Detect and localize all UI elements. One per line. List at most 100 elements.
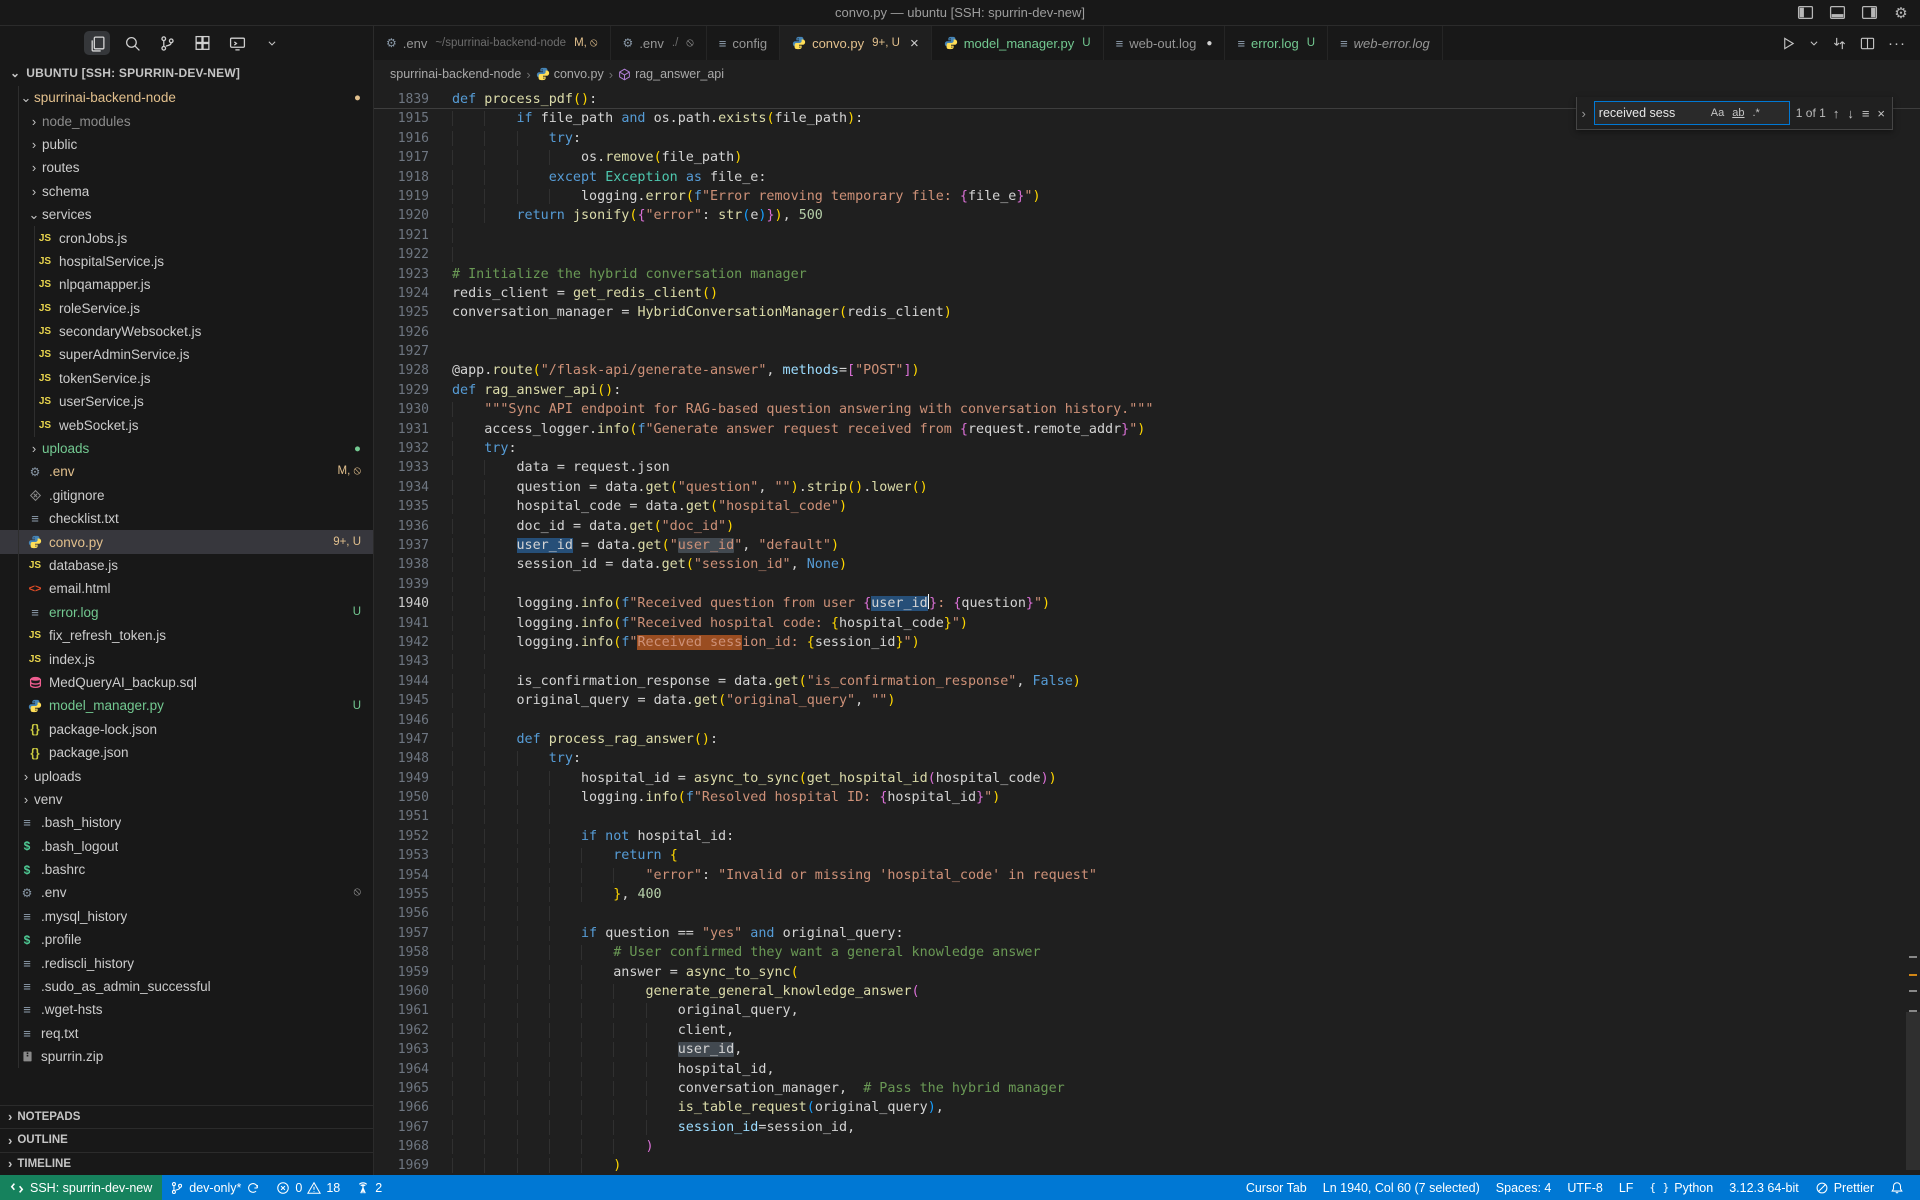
- code-line-1921[interactable]: 1921: [374, 226, 1920, 245]
- tree-item-userService.js[interactable]: JSuserService.js: [0, 390, 373, 413]
- code-line-1930[interactable]: 1930 """Sync API endpoint for RAG-based …: [374, 400, 1920, 419]
- code-line-1964[interactable]: 1964 hospital_id,: [374, 1060, 1920, 1079]
- breadcrumb-item[interactable]: rag_answer_api: [618, 67, 724, 81]
- tab-config[interactable]: ≡config: [707, 26, 780, 60]
- code-line-1939[interactable]: 1939: [374, 575, 1920, 594]
- more-actions-icon[interactable]: ···: [1888, 35, 1906, 52]
- tree-item-.sudo_as_admin_successful[interactable]: ≡.sudo_as_admin_successful: [0, 975, 373, 998]
- code-line-1942[interactable]: 1942 logging.info(f"Received session_id:…: [374, 633, 1920, 652]
- tree-item-venv[interactable]: ›venv: [0, 788, 373, 811]
- tree-item-convo.py[interactable]: convo.py9+, U: [0, 530, 373, 553]
- tree-item-cronJobs.js[interactable]: JScronJobs.js: [0, 226, 373, 249]
- whole-word-icon[interactable]: ab: [1730, 106, 1746, 120]
- tree-item-spurrin.zip[interactable]: spurrin.zip: [0, 1045, 373, 1068]
- tab-model_manager.py[interactable]: model_manager.pyU: [932, 26, 1104, 60]
- tree-item-.rediscli_history[interactable]: ≡.rediscli_history: [0, 951, 373, 974]
- code-line-1952[interactable]: 1952 if not hospital_id:: [374, 827, 1920, 846]
- breadcrumb-item[interactable]: spurrinai-backend-node: [390, 67, 521, 81]
- language-mode[interactable]: { }Python: [1641, 1175, 1721, 1200]
- regex-icon[interactable]: .*: [1751, 106, 1762, 120]
- code-line-1943[interactable]: 1943: [374, 652, 1920, 671]
- tab-.env[interactable]: ⚙.env./⦸: [611, 26, 707, 60]
- tree-item-.bash_history[interactable]: ≡.bash_history: [0, 811, 373, 834]
- code-line-1951[interactable]: 1951: [374, 807, 1920, 826]
- more-views-chevron-icon[interactable]: [259, 31, 285, 55]
- code-line-1919[interactable]: 1919 logging.error(f"Error removing temp…: [374, 187, 1920, 206]
- code-line-1933[interactable]: 1933 data = request.json: [374, 458, 1920, 477]
- tree-item-.gitignore[interactable]: .gitignore: [0, 484, 373, 507]
- tree-item-uploads[interactable]: ›uploads●: [0, 437, 373, 460]
- tab-web-error.log[interactable]: ≡web-error.log: [1328, 26, 1443, 60]
- code-line-1934[interactable]: 1934 question = data.get("question", "")…: [374, 478, 1920, 497]
- tree-item-spurrinai-backend-node[interactable]: ⌄spurrinai-backend-node●: [0, 86, 373, 109]
- code-line-1926[interactable]: 1926: [374, 323, 1920, 342]
- layout-sidebar-left-icon[interactable]: [1796, 4, 1814, 22]
- tree-item-fix_refresh_token.js[interactable]: JSfix_refresh_token.js: [0, 624, 373, 647]
- tree-item-public[interactable]: ›public: [0, 133, 373, 156]
- tree-item-superAdminService.js[interactable]: JSsuperAdminService.js: [0, 343, 373, 366]
- code-line-1937[interactable]: 1937 user_id = data.get("user_id", "defa…: [374, 536, 1920, 555]
- scrollbar-slider[interactable]: [1906, 1012, 1920, 1170]
- code-line-1965[interactable]: 1965 conversation_manager, # Pass the hy…: [374, 1079, 1920, 1098]
- ports-indicator[interactable]: 2: [348, 1175, 390, 1200]
- code-line-1925[interactable]: 1925conversation_manager = HybridConvers…: [374, 303, 1920, 322]
- run-python-file-icon[interactable]: [1781, 36, 1796, 51]
- code-line-1927[interactable]: 1927: [374, 342, 1920, 361]
- code-line-1961[interactable]: 1961 original_query,: [374, 1001, 1920, 1020]
- scrollbar[interactable]: [1906, 88, 1920, 1175]
- code-line-1940[interactable]: 1940 logging.info(f"Received question fr…: [374, 594, 1920, 613]
- find-in-selection-icon[interactable]: ≡: [1861, 106, 1871, 121]
- tree-item-MedQueryAI_backup.sql[interactable]: MedQueryAI_backup.sql: [0, 671, 373, 694]
- eol[interactable]: LF: [1611, 1175, 1642, 1200]
- code-line-1924[interactable]: 1924redis_client = get_redis_client(): [374, 284, 1920, 303]
- close-tab-icon[interactable]: ×: [910, 35, 919, 52]
- python-version[interactable]: 3.12.3 64-bit: [1721, 1175, 1807, 1200]
- tree-item-.wget-hsts[interactable]: ≡.wget-hsts: [0, 998, 373, 1021]
- code-line-1953[interactable]: 1953 return {: [374, 846, 1920, 865]
- code-line-1949[interactable]: 1949 hospital_id = async_to_sync(get_hos…: [374, 769, 1920, 788]
- code-line-1929[interactable]: 1929def rag_answer_api():: [374, 381, 1920, 400]
- tab-convo.py[interactable]: convo.py9+, U×: [780, 26, 932, 60]
- explorer-section-header[interactable]: ⌄ UBUNTU [SSH: SPURRIN-DEV-NEW]: [0, 60, 373, 86]
- code-line-1922[interactable]: 1922: [374, 245, 1920, 264]
- code-line-1959[interactable]: 1959 answer = async_to_sync(: [374, 963, 1920, 982]
- code-line-1968[interactable]: 1968 ): [374, 1137, 1920, 1156]
- tree-item-tokenService.js[interactable]: JStokenService.js: [0, 367, 373, 390]
- code-line-1969[interactable]: 1969 ): [374, 1156, 1920, 1175]
- code-line-1920[interactable]: 1920 return jsonify({"error": str(e)}), …: [374, 206, 1920, 225]
- panel-header-timeline[interactable]: ›TIMELINE: [0, 1152, 373, 1176]
- tree-item-hospitalService.js[interactable]: JShospitalService.js: [0, 250, 373, 273]
- code-line-1944[interactable]: 1944 is_confirmation_response = data.get…: [374, 672, 1920, 691]
- code-line-1931[interactable]: 1931 access_logger.info(f"Generate answe…: [374, 420, 1920, 439]
- remote-explorer-icon[interactable]: [224, 31, 250, 55]
- code-line-1962[interactable]: 1962 client,: [374, 1021, 1920, 1040]
- code-line-1938[interactable]: 1938 session_id = data.get("session_id",…: [374, 555, 1920, 574]
- dirty-indicator-icon[interactable]: ●: [1206, 38, 1212, 49]
- source-control-icon[interactable]: [154, 31, 180, 55]
- layout-sidebar-right-icon[interactable]: [1860, 4, 1878, 22]
- code-line-1960[interactable]: 1960 generate_general_knowledge_answer(: [374, 982, 1920, 1001]
- code-line-1932[interactable]: 1932 try:: [374, 439, 1920, 458]
- toggle-replace-chevron-icon[interactable]: ›: [1579, 106, 1587, 121]
- encoding[interactable]: UTF-8: [1559, 1175, 1610, 1200]
- search-icon[interactable]: [119, 31, 145, 55]
- tree-item-uploads[interactable]: ›uploads: [0, 764, 373, 787]
- tree-item-email.html[interactable]: <>email.html: [0, 577, 373, 600]
- code-line-1948[interactable]: 1948 try:: [374, 749, 1920, 768]
- tree-item-.bashrc[interactable]: $.bashrc: [0, 858, 373, 881]
- tree-item-package.json[interactable]: {}package.json: [0, 741, 373, 764]
- tree-item-model_manager.py[interactable]: model_manager.pyU: [0, 694, 373, 717]
- tree-item-.env[interactable]: ⚙.envM, ⦸: [0, 460, 373, 483]
- code-line-1958[interactable]: 1958 # User confirmed they want a genera…: [374, 943, 1920, 962]
- tree-item-node_modules[interactable]: ›node_modules: [0, 109, 373, 132]
- tree-item-schema[interactable]: ›schema: [0, 180, 373, 203]
- code-line-1950[interactable]: 1950 logging.info(f"Resolved hospital ID…: [374, 788, 1920, 807]
- split-editor-icon[interactable]: [1860, 36, 1875, 51]
- prettier-status[interactable]: Prettier: [1807, 1175, 1882, 1200]
- cursor-tab-status[interactable]: Cursor Tab: [1238, 1175, 1315, 1200]
- indentation[interactable]: Spaces: 4: [1488, 1175, 1560, 1200]
- code-line-1954[interactable]: 1954 "error": "Invalid or missing 'hospi…: [374, 866, 1920, 885]
- tree-item-index.js[interactable]: JSindex.js: [0, 647, 373, 670]
- find-input[interactable]: [1599, 106, 1705, 120]
- code-line-1918[interactable]: 1918 except Exception as file_e:: [374, 168, 1920, 187]
